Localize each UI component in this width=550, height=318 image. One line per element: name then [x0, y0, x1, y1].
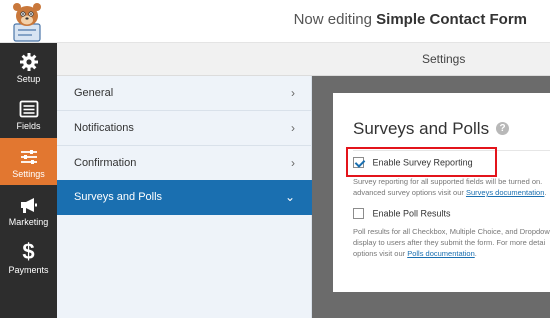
- left-nav: Setup Fields Settings Marketing $ Paymen…: [0, 43, 57, 318]
- chevron-right-icon: ›: [291, 121, 295, 135]
- chevron-down-icon: ⌄: [284, 190, 295, 204]
- fields-list-icon: [0, 96, 57, 120]
- nav-item-payments[interactable]: $ Payments: [0, 234, 57, 281]
- dollar-icon: $: [22, 239, 35, 264]
- wpforms-logo-icon: [4, 0, 54, 43]
- highlight-box: [346, 147, 497, 177]
- survey-description: Survey reporting for all supported field…: [353, 176, 546, 198]
- poll-desc-prefix: options visit our: [353, 249, 408, 258]
- top-bar: Now editing Simple Contact Form: [0, 0, 550, 43]
- menu-item-label: Confirmation: [74, 157, 137, 169]
- chevron-right-icon: ›: [291, 86, 295, 100]
- enable-poll-results-checkbox[interactable]: [353, 208, 364, 220]
- survey-desc-line2: advanced survey options visit our Survey…: [353, 187, 546, 198]
- nav-label-setup: Setup: [16, 74, 41, 84]
- nav-label-payments: Payments: [8, 265, 49, 275]
- nav-label-marketing: Marketing: [8, 217, 49, 227]
- editing-prefix: Now editing: [293, 11, 372, 28]
- polls-documentation-link[interactable]: Polls documentation: [407, 249, 475, 258]
- settings-header: Settings: [57, 43, 550, 76]
- megaphone-icon: [0, 192, 57, 216]
- survey-desc-line1: Survey reporting for all supported field…: [353, 177, 543, 186]
- sliders-icon: [0, 144, 57, 168]
- surveys-panel: Surveys and Polls ? Enable Survey Report…: [333, 93, 550, 292]
- menu-item-label: Notifications: [74, 122, 134, 134]
- poll-desc-line3: options visit our Polls documentation.: [353, 248, 550, 259]
- menu-item-confirmation[interactable]: Confirmation ›: [57, 146, 312, 181]
- editing-title: Now editing Simple Contact Form: [294, 11, 527, 28]
- gear-icon: [0, 49, 57, 73]
- enable-poll-results-row[interactable]: Enable Poll Results: [353, 208, 451, 220]
- nav-item-settings[interactable]: Settings: [0, 138, 57, 185]
- help-icon[interactable]: ?: [496, 122, 509, 135]
- menu-item-notifications[interactable]: Notifications ›: [57, 111, 312, 146]
- survey-desc-suffix: .: [544, 188, 547, 197]
- enable-poll-results-label: Enable Poll Results: [372, 208, 451, 219]
- poll-desc-line1: Poll results for all Checkbox, Multiple …: [353, 227, 550, 236]
- nav-label-fields: Fields: [16, 121, 41, 131]
- surveys-documentation-link[interactable]: Surveys documentation: [466, 188, 544, 197]
- panel-title: Surveys and Polls: [353, 119, 490, 138]
- settings-header-title: Settings: [422, 52, 466, 66]
- settings-content: Surveys and Polls ? Enable Survey Report…: [312, 76, 550, 318]
- nav-item-setup[interactable]: Setup: [0, 43, 57, 90]
- menu-item-general[interactable]: General ›: [57, 76, 312, 111]
- settings-menu: General › Notifications › Confirmation ›…: [57, 76, 312, 318]
- poll-desc-suffix: .: [474, 249, 477, 258]
- poll-desc-line2: display to users after they submit the f…: [353, 238, 546, 247]
- nav-item-fields[interactable]: Fields: [0, 90, 57, 137]
- nav-label-settings: Settings: [12, 169, 45, 179]
- form-name: Simple Contact Form: [376, 11, 527, 28]
- poll-description: Poll results for all Checkbox, Multiple …: [353, 226, 550, 259]
- chevron-right-icon: ›: [291, 156, 295, 170]
- nav-item-marketing[interactable]: Marketing: [0, 186, 57, 233]
- menu-item-surveys-and-polls[interactable]: Surveys and Polls ⌄: [57, 180, 312, 215]
- menu-item-label: General: [74, 87, 114, 99]
- menu-item-label: Surveys and Polls: [74, 191, 163, 203]
- form-builder: Now editing Simple Contact Form Setup Fi…: [0, 0, 550, 318]
- survey-desc-prefix: advanced survey options visit our: [353, 188, 466, 197]
